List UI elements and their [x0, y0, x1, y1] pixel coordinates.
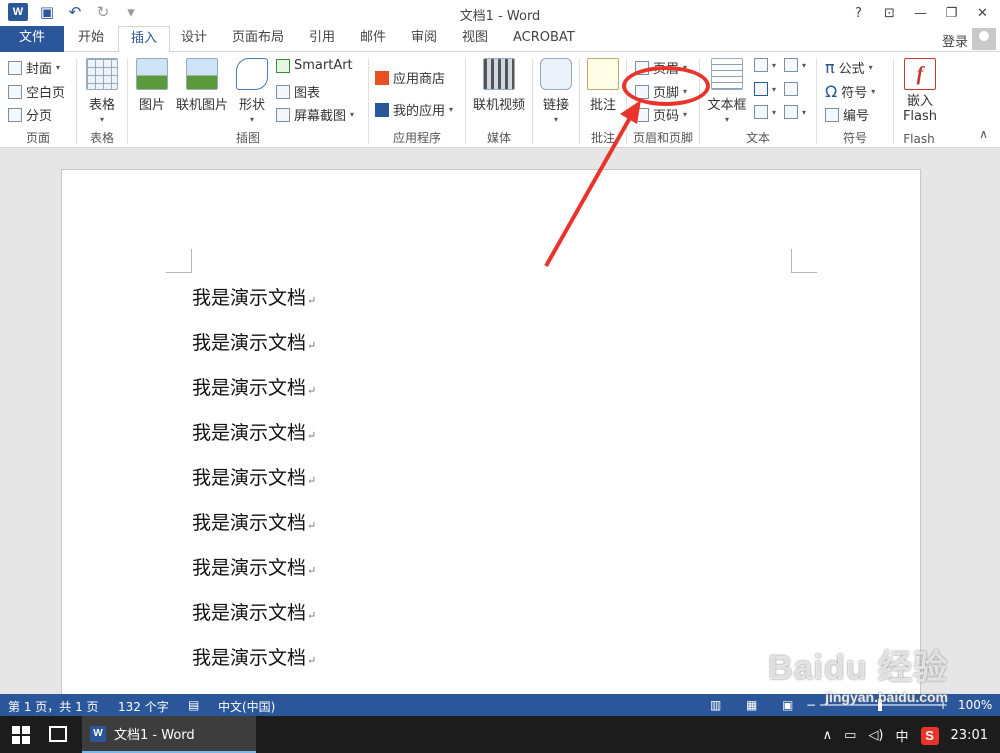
network-icon[interactable]: ▭ — [844, 728, 856, 743]
word-taskbar-icon: W — [90, 725, 106, 742]
sogou-ime-icon[interactable]: S — [920, 726, 939, 745]
read-mode-icon[interactable]: ▥ — [710, 698, 721, 712]
system-tray: ∧ ▭ ◁) 中 S 23:01 — [823, 726, 988, 745]
taskbar: W 文档1 - Word ∧ ▭ ◁) 中 S 23:01 — [0, 716, 1000, 753]
tray-chevron-icon[interactable]: ∧ — [823, 728, 833, 743]
windows-start-icon[interactable] — [12, 726, 30, 744]
taskbar-word-item[interactable]: W 文档1 - Word — [82, 716, 256, 753]
zoom-level[interactable]: 100% — [958, 698, 992, 712]
clock[interactable]: 23:01 — [951, 728, 988, 743]
baidu-watermark: Baidu 经验 jingyan.baidu.com — [768, 649, 948, 705]
language[interactable]: 中文(中国) — [218, 698, 275, 715]
word-count[interactable]: 132 个字 — [118, 698, 169, 715]
volume-icon[interactable]: ◁) — [868, 728, 883, 743]
page-count[interactable]: 第 1 页，共 1 页 — [8, 698, 99, 715]
print-layout-icon[interactable]: ▦ — [746, 698, 757, 712]
proofing-icon[interactable]: ▤ — [188, 698, 199, 712]
ime-mode[interactable]: 中 — [896, 726, 909, 745]
task-view-icon[interactable] — [49, 726, 67, 742]
